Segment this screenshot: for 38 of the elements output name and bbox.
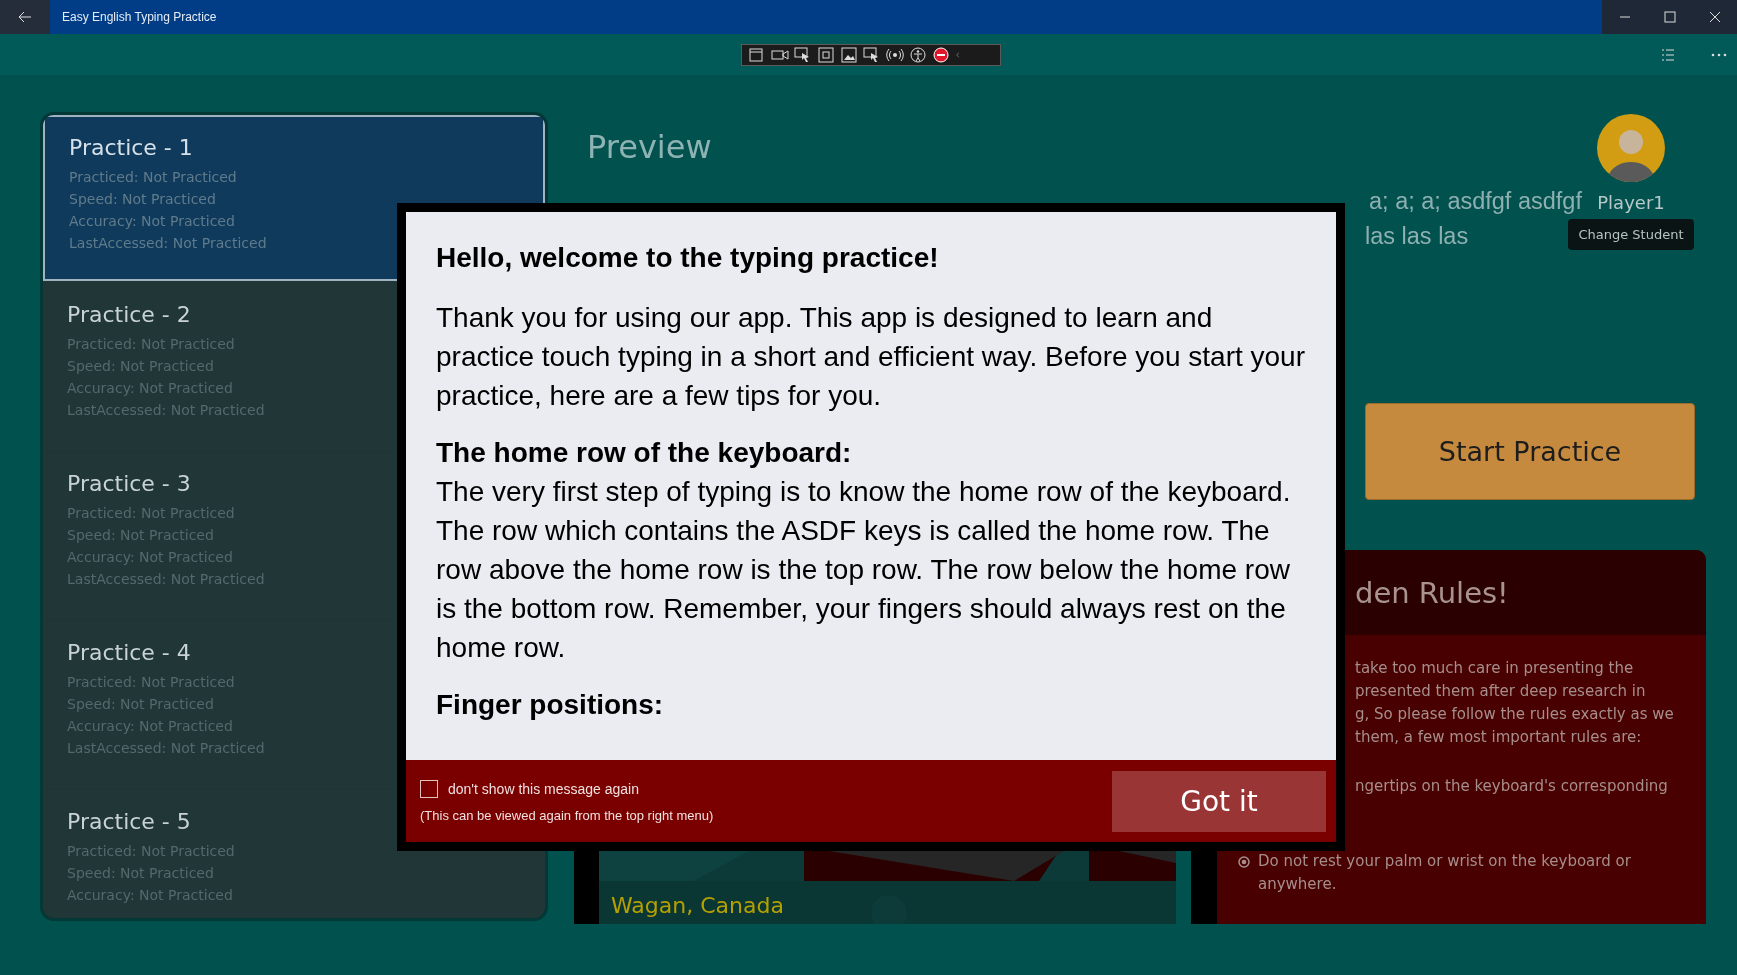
- change-student-button[interactable]: Change Student: [1568, 219, 1694, 250]
- rule-text: Do not rest your palm or wrist on the keyboard or anywhere.: [1258, 851, 1632, 895]
- preview-title: Preview: [587, 128, 712, 166]
- rules-text: presented them after deep research in: [1355, 681, 1646, 702]
- student-name: Player1: [1597, 192, 1665, 213]
- start-practice-button[interactable]: Start Practice: [1365, 403, 1695, 500]
- checkbox[interactable]: [420, 779, 438, 798]
- rules-title: den Rules!: [1355, 575, 1509, 610]
- preview-text: las las las: [1365, 223, 1469, 250]
- avatar-icon: [1597, 114, 1665, 182]
- square-icon[interactable]: [817, 46, 835, 63]
- got-it-button[interactable]: Got it: [1112, 770, 1326, 832]
- rules-text: take too much care in presenting the: [1355, 658, 1634, 679]
- practice-title: Practice - 4: [67, 640, 191, 665]
- back-arrow-icon: [18, 11, 32, 23]
- practice-detail: LastAccessed: Not Practiced: [69, 234, 267, 253]
- practice-detail: Practiced: Not Practiced: [69, 168, 237, 187]
- stop-icon[interactable]: [932, 46, 950, 63]
- practice-detail: Speed: Not Practiced: [69, 190, 216, 209]
- rules-text: them, a few most important rules are:: [1355, 727, 1642, 748]
- window-title: Easy English Typing Practice: [62, 10, 218, 24]
- practice-title: Practice - 2: [67, 302, 191, 327]
- image-icon[interactable]: [840, 46, 858, 63]
- bullet-icon: [1238, 856, 1250, 868]
- accessibility-icon[interactable]: [909, 46, 927, 63]
- practice-detail: Accuracy: Not Practiced: [69, 212, 235, 231]
- practice-title: Practice - 5: [67, 809, 191, 834]
- rules-text: g, So please follow the rules exactly as we: [1355, 704, 1674, 725]
- practice-title: Practice - 3: [67, 471, 191, 496]
- photo-caption: Wagan, Canada: [611, 893, 784, 918]
- dialog-note: (This can be viewed again from the top right menu): [420, 807, 715, 823]
- preview-text: a; a; a; asdfgf asdfgf: [1369, 188, 1582, 215]
- practice-title: Practice - 1: [69, 135, 193, 160]
- rule-text: ngertips on the keyboard's corresponding: [1355, 776, 1668, 797]
- window-icon[interactable]: [748, 46, 766, 63]
- more-icon[interactable]: [1711, 52, 1727, 57]
- list-icon[interactable]: [1661, 48, 1675, 61]
- broadcast-icon[interactable]: [886, 46, 904, 63]
